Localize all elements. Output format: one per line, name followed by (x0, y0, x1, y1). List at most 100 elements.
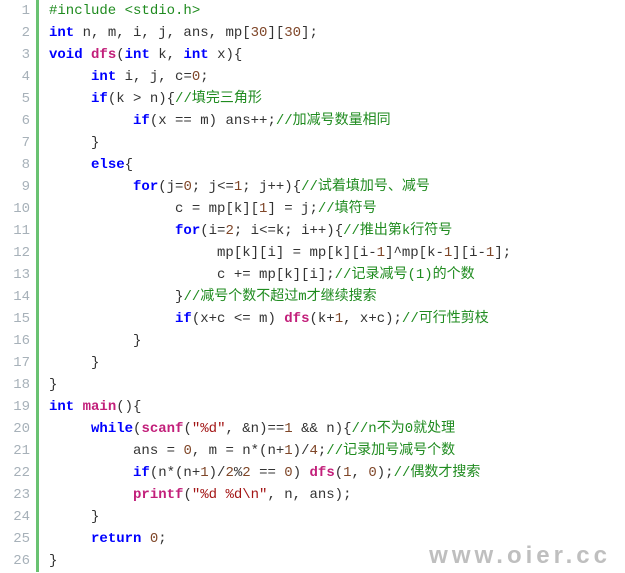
code-token: ( (183, 487, 191, 503)
code-token: 1 (284, 421, 292, 437)
line-number: 3 (0, 44, 30, 66)
code-token (141, 531, 149, 547)
line-number: 1 (0, 0, 30, 22)
indent (49, 509, 91, 525)
code-token: int (49, 25, 74, 41)
indent (49, 355, 91, 371)
code-token: { (125, 157, 133, 173)
code-token: 1 (335, 311, 343, 327)
code-token: c += mp[k][i]; (217, 267, 335, 283)
indent (49, 465, 133, 481)
code-line: } (49, 550, 625, 572)
line-number: 17 (0, 352, 30, 374)
indent (49, 267, 217, 283)
code-token: ]; (494, 245, 511, 261)
code-token: } (49, 553, 57, 569)
code-token: <stdio.h> (125, 3, 201, 19)
code-token: (j= (158, 179, 183, 195)
code-token: ; i<=k; i++){ (234, 223, 343, 239)
code-token: ans = (133, 443, 183, 459)
code-token (83, 47, 91, 63)
code-token: //偶数才搜索 (394, 465, 481, 481)
code-token: x){ (209, 47, 243, 63)
code-token: } (91, 355, 99, 371)
code-token: , &n)== (225, 421, 284, 437)
code-token: ; j<= (192, 179, 234, 195)
code-token: while (91, 421, 133, 437)
line-number: 22 (0, 462, 30, 484)
indent (49, 113, 133, 129)
code-line: for(j=0; j<=1; j++){//试着填加号、减号 (49, 176, 625, 198)
code-line: return 0; (49, 528, 625, 550)
indent (49, 179, 133, 195)
code-token: 1 (343, 465, 351, 481)
code-line: } (49, 132, 625, 154)
indent (49, 333, 133, 349)
code-token: (n*(n+ (150, 465, 200, 481)
line-number: 25 (0, 528, 30, 550)
code-token: i, j, c= (116, 69, 192, 85)
code-line: while(scanf("%d", &n)==1 && n){//n不为0就处理 (49, 418, 625, 440)
code-line: c += mp[k][i];//记录减号(1)的个数 (49, 264, 625, 286)
code-line: } (49, 330, 625, 352)
code-line: if(k > n){//填完三角形 (49, 88, 625, 110)
code-token: } (133, 333, 141, 349)
code-token: (){ (116, 399, 141, 415)
code-token: void (49, 47, 83, 63)
code-token: )/ (293, 443, 310, 459)
code-line: ans = 0, m = n*(n+1)/4;//记录加号减号个数 (49, 440, 625, 462)
indent (49, 223, 175, 239)
code-line: int n, m, i, j, ans, mp[30][30]; (49, 22, 625, 44)
code-token: int (183, 47, 208, 63)
code-token: ); (377, 465, 394, 481)
code-token: 2 (242, 465, 250, 481)
line-number: 26 (0, 550, 30, 572)
line-number: 18 (0, 374, 30, 396)
indent (49, 443, 133, 459)
indent (49, 311, 175, 327)
code-token: ( (116, 47, 124, 63)
code-token: , n, ans); (267, 487, 351, 503)
line-number: 8 (0, 154, 30, 176)
code-token: if (133, 465, 150, 481)
code-token: //记录加号减号个数 (326, 443, 455, 459)
code-line: } (49, 374, 625, 396)
line-number: 5 (0, 88, 30, 110)
code-token: ] = j; (267, 201, 317, 217)
code-line: mp[k][i] = mp[k][i-1]^mp[k-1][i-1]; (49, 242, 625, 264)
line-number: 7 (0, 132, 30, 154)
code-token: 0 (183, 443, 191, 459)
code-token: main (83, 399, 117, 415)
code-token: //记录减号(1)的个数 (335, 267, 475, 283)
line-number: 14 (0, 286, 30, 308)
line-number: 4 (0, 66, 30, 88)
code-block: 1234567891011121314151617181920212223242… (0, 0, 625, 572)
code-token: //可行性剪枝 (402, 311, 489, 327)
line-number: 2 (0, 22, 30, 44)
line-number: 6 (0, 110, 30, 132)
line-number: 16 (0, 330, 30, 352)
code-token: } (91, 509, 99, 525)
code-token: 0 (284, 465, 292, 481)
code-line: if(x+c <= m) dfs(k+1, x+c);//可行性剪枝 (49, 308, 625, 330)
code-token: (x == m) ans++; (150, 113, 276, 129)
line-number: 12 (0, 242, 30, 264)
code-token: //填符号 (318, 201, 377, 217)
indent (49, 487, 133, 503)
code-line: if(n*(n+1)/2%2 == 0) dfs(1, 0);//偶数才搜索 (49, 462, 625, 484)
code-line: int main(){ (49, 396, 625, 418)
code-token: //推出第k行符号 (343, 223, 452, 239)
code-token: 1 (200, 465, 208, 481)
code-token: return (91, 531, 141, 547)
code-token: else (91, 157, 125, 173)
code-token: ; (158, 531, 166, 547)
line-number: 15 (0, 308, 30, 330)
code-line: c = mp[k][1] = j;//填符号 (49, 198, 625, 220)
code-line: #include <stdio.h> (49, 0, 625, 22)
code-token: dfs (310, 465, 335, 481)
code-token: n, m, i, j, ans, mp[ (74, 25, 250, 41)
code-token: 30 (284, 25, 301, 41)
code-token: , (352, 465, 369, 481)
code-token: ( (183, 421, 191, 437)
code-token: int (49, 399, 74, 415)
